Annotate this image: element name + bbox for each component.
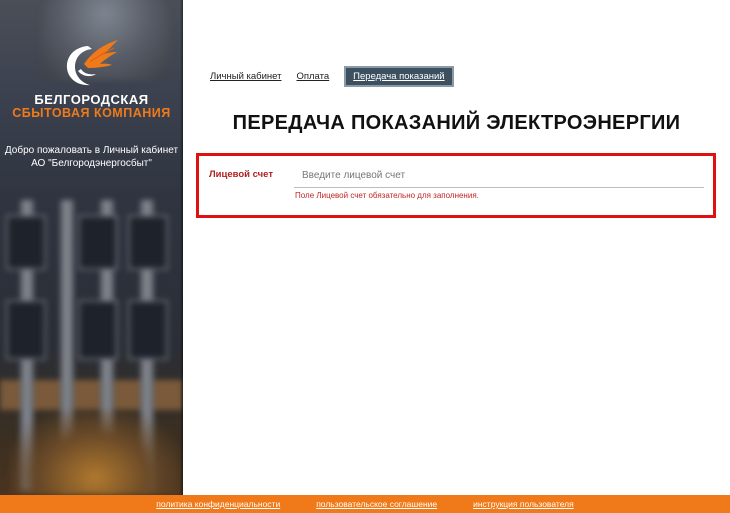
brand-name-line1: БЕЛГОРОДСКАЯ: [34, 92, 149, 107]
footer-link-user-guide[interactable]: инструкция пользователя: [473, 499, 574, 509]
building-light-background: [10, 410, 180, 495]
welcome-text-line2: АО "Белгородэнергосбыт": [31, 158, 152, 169]
account-form-highlight: Лицевой счет Поле Лицевой счет обязатель…: [196, 153, 716, 218]
welcome-text-line1: Добро пожаловать в Личный кабинет: [4, 145, 179, 156]
building-window: [6, 215, 46, 270]
page-title: ПЕРЕДАЧА ПОКАЗАНИЙ ЭЛЕКТРОЭНЕРГИИ: [232, 112, 681, 134]
nav-link-personal-account[interactable]: Личный кабинет: [210, 68, 281, 85]
brand-name-line2: СБЫТОВАЯ КОМПАНИЯ: [12, 106, 171, 120]
footer-link-privacy-policy[interactable]: политика конфиденциальности: [156, 499, 280, 509]
footer-link-user-agreement[interactable]: пользовательское соглашение: [316, 499, 437, 509]
nav-link-payment[interactable]: Оплата: [296, 68, 329, 85]
building-window: [78, 215, 118, 270]
account-field-label: Лицевой счет: [209, 169, 273, 180]
nav-link-meter-readings[interactable]: Передача показаний: [344, 66, 454, 87]
footer: политика конфиденциальности пользователь…: [0, 495, 730, 513]
sidebar: БЕЛГОРОДСКАЯ СБЫТОВАЯ КОМПАНИЯ Добро пож…: [0, 0, 183, 495]
top-navigation: Личный кабинет Оплата Передача показаний: [210, 66, 454, 87]
building-window: [128, 300, 168, 360]
account-input[interactable]: [294, 164, 704, 188]
account-error-message: Поле Лицевой счет обязательно для заполн…: [295, 191, 479, 200]
company-logo-icon: [66, 40, 118, 86]
building-window: [78, 300, 118, 360]
building-window: [6, 300, 46, 360]
building-window: [128, 215, 168, 270]
